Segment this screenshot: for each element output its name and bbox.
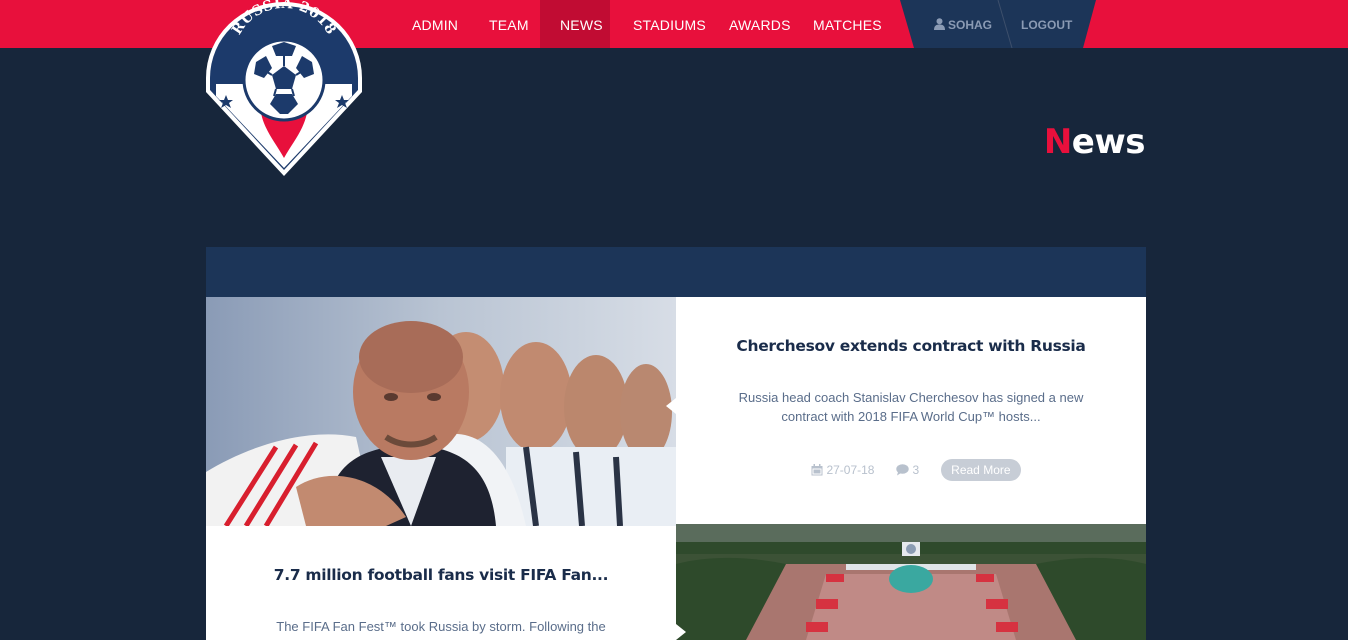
page-title: News bbox=[1043, 122, 1146, 162]
article-2-title[interactable]: 7.7 million football fans visit FIFA Fan… bbox=[206, 566, 676, 584]
news-header-bar bbox=[206, 247, 1146, 297]
nav-news[interactable]: NEWS bbox=[540, 0, 610, 48]
logout-link[interactable]: LOGOUT bbox=[1021, 0, 1072, 48]
user-menu: SOHAG LOGOUT bbox=[900, 0, 1096, 48]
article-card-2: 7.7 million football fans visit FIFA Fan… bbox=[206, 526, 676, 640]
article-1-date: 27-07-18 bbox=[811, 463, 874, 477]
page-title-rest: ews bbox=[1071, 122, 1146, 162]
fan-fest-photo bbox=[676, 524, 1146, 640]
nav-admin[interactable]: ADMIN bbox=[400, 0, 460, 48]
nav-team[interactable]: TEAM bbox=[460, 0, 540, 48]
article-1-meta: 27-07-18 3 Read More bbox=[676, 459, 1146, 481]
article-2-excerpt: The FIFA Fan Fest™ took Russia by storm.… bbox=[276, 619, 606, 634]
article-1-comment-count: 3 bbox=[912, 463, 920, 477]
coach-photo bbox=[206, 297, 676, 526]
article-1-excerpt: Russia head coach Stanislav Cherchesov h… bbox=[738, 390, 1084, 424]
card-pointer bbox=[666, 398, 676, 414]
main-nav: ADMIN TEAM NEWS STADIUMS AWARDS MATCHES bbox=[400, 0, 886, 48]
read-more-button[interactable]: Read More bbox=[941, 459, 1021, 481]
user-profile-link[interactable]: SOHAG bbox=[934, 0, 992, 48]
nav-awards[interactable]: AWARDS bbox=[710, 0, 796, 48]
nav-stadiums[interactable]: STADIUMS bbox=[610, 0, 710, 48]
russia-2018-logo[interactable]: RUSSIA 2018 bbox=[204, 0, 364, 178]
article-1-image[interactable] bbox=[206, 297, 676, 526]
article-1-date-text: 27-07-18 bbox=[826, 463, 875, 477]
comment-icon bbox=[896, 464, 910, 476]
calendar-icon bbox=[811, 464, 823, 476]
article-card-1: Cherchesov extends contract with Russia … bbox=[676, 297, 1146, 524]
article-1-title[interactable]: Cherchesov extends contract with Russia bbox=[676, 337, 1146, 355]
user-icon bbox=[934, 18, 945, 30]
card-pointer-2 bbox=[676, 624, 686, 640]
username: SOHAG bbox=[948, 18, 993, 32]
page-title-initial: N bbox=[1043, 122, 1072, 162]
article-2-image[interactable] bbox=[676, 524, 1146, 640]
article-1-comments[interactable]: 3 bbox=[896, 463, 919, 477]
nav-matches[interactable]: MATCHES bbox=[796, 0, 886, 48]
